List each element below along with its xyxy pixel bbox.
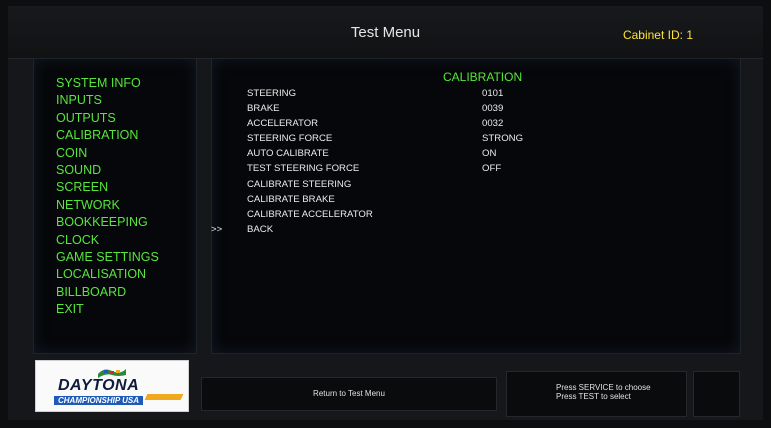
setting-value: 0101 <box>482 88 504 99</box>
setting-label: CALIBRATE STEERING <box>247 178 352 190</box>
calibration-panel: CALIBRATION STEERING 0101 BRAKE 0039 ACC… <box>211 58 741 354</box>
instruction-test: Press TEST to select <box>556 392 631 401</box>
header-bar: Test Menu Cabinet ID: 1 <box>8 6 763 59</box>
menu-item-sound[interactable]: SOUND <box>56 162 159 179</box>
menu-item-screen[interactable]: SCREEN <box>56 179 159 196</box>
menu-item-inputs[interactable]: INPUTS <box>56 92 159 109</box>
menu-panel: SYSTEM INFO INPUTS OUTPUTS CALIBRATION C… <box>33 58 197 354</box>
setting-value: ON <box>482 148 497 160</box>
return-hint-box: Return to Test Menu <box>201 377 497 411</box>
setting-label: STEERING <box>247 88 297 99</box>
setting-value: 0039 <box>482 103 504 115</box>
setting-label: CALIBRATE BRAKE <box>247 193 335 205</box>
setting-label: BRAKE <box>247 103 280 115</box>
menu-item-game-settings[interactable]: GAME SETTINGS <box>56 249 159 266</box>
setting-value: 0032 <box>482 118 504 130</box>
instruction-service: Press SERVICE to choose <box>556 383 651 392</box>
logo-title: DAYTONA <box>58 377 140 394</box>
setting-label: TEST STEERING FORCE <box>247 163 360 175</box>
setting-label: AUTO CALIBRATE <box>247 148 329 160</box>
menu-item-outputs[interactable]: OUTPUTS <box>56 110 159 127</box>
menu-item-exit[interactable]: EXIT <box>56 301 159 318</box>
selection-cursor: >> <box>211 223 223 235</box>
instructions-box: Press SERVICE to choose Press TEST to se… <box>506 371 687 417</box>
setting-label: CALIBRATE ACCELERATOR <box>247 208 373 220</box>
daytona-logo: DAYTONA CHAMPIONSHIP USA <box>35 360 189 412</box>
setting-value: STRONG <box>482 133 524 145</box>
return-hint: Return to Test Menu <box>313 389 385 398</box>
setting-value: OFF <box>482 163 502 175</box>
setting-label: STEERING FORCE <box>247 133 333 145</box>
cabinet-id: Cabinet ID: 1 <box>622 28 693 42</box>
menu-item-bookkeeping[interactable]: BOOKKEEPING <box>56 214 159 231</box>
menu-item-billboard[interactable]: BILLBOARD <box>56 284 159 301</box>
logo-subtitle: CHAMPIONSHIP USA <box>54 396 144 405</box>
menu-list: SYSTEM INFO INPUTS OUTPUTS CALIBRATION C… <box>56 75 159 319</box>
menu-item-coin[interactable]: COIN <box>56 145 159 162</box>
section-title: CALIBRATION <box>443 70 523 84</box>
menu-item-network[interactable]: NETWORK <box>56 197 159 214</box>
setting-label: BACK <box>247 223 274 235</box>
menu-item-calibration[interactable]: CALIBRATION <box>56 127 159 144</box>
menu-item-localisation[interactable]: LOCALISATION <box>56 266 159 283</box>
menu-item-system-info[interactable]: SYSTEM INFO <box>56 75 159 92</box>
logo-swoosh <box>144 394 184 400</box>
setting-label: ACCELERATOR <box>247 118 319 130</box>
menu-item-clock[interactable]: CLOCK <box>56 232 159 249</box>
footer-blank-box <box>693 371 740 417</box>
